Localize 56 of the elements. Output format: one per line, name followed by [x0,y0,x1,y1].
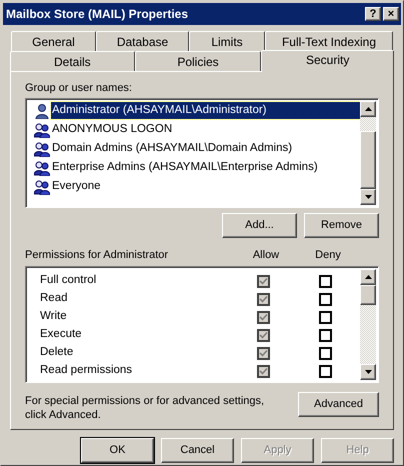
scroll-thumb[interactable] [360,285,376,305]
column-header: Allow [252,248,280,262]
list-item[interactable]: ANONYMOUS LOGON [51,120,174,138]
checkbox[interactable] [318,292,332,306]
tab[interactable]: Details [10,51,135,71]
scrollbar[interactable] [360,101,376,205]
tab[interactable]: General [11,31,96,51]
permissions-label: Permissions for Administrator [25,248,170,262]
permission-name: Full control [39,273,98,288]
dialog-button[interactable]: Advanced [298,392,379,417]
window-title: Mailbox Store (MAIL) Properties [6,6,190,23]
permission-name: Delete [39,345,74,360]
up-arrow-icon [364,107,372,111]
group-icon [34,178,50,194]
scroll-thumb[interactable] [360,131,376,189]
checkbox[interactable] [256,274,270,288]
down-arrow-icon [364,370,372,374]
advanced-note: For special permissions or for advanced settings, click Advanced. [25,394,266,422]
group-label: Group or user names: [25,81,133,96]
permission-name: Read permissions [39,363,134,378]
tab[interactable]: Limits [189,31,265,51]
down-arrow-icon [364,195,372,199]
close-button[interactable]: × [383,7,399,21]
checkbox[interactable] [256,310,270,324]
permission-name: Read [39,291,68,306]
checkbox[interactable] [256,292,270,306]
permission-name: Execute [39,327,83,342]
checkbox[interactable] [256,364,270,378]
group-icon [34,122,50,138]
tab[interactable]: Full-Text Indexing [265,31,393,51]
tab[interactable]: Security [261,50,394,72]
tab[interactable]: Database [96,31,189,51]
help-button[interactable]: ? [365,7,381,21]
checkbox[interactable] [318,364,332,378]
tab[interactable]: Policies [134,51,262,71]
list-item[interactable]: Enterprise Admins (AHSAYMAIL\Enterprise Admins) [51,158,319,176]
checkbox[interactable] [256,346,270,360]
list-item[interactable]: Domain Admins (AHSAYMAIL\Domain Admins) [51,140,294,158]
user-icon [34,102,50,118]
group-icon [34,140,50,156]
checkbox[interactable] [318,310,332,324]
checkbox[interactable] [318,346,332,360]
group-icon [34,160,50,176]
dialog-button[interactable]: Add... [222,213,297,238]
checkbox[interactable] [256,328,270,342]
dialog-button[interactable]: Remove [304,213,379,238]
up-arrow-icon [364,275,372,279]
list-item[interactable]: Administrator (AHSAYMAIL\Administrator) [51,102,360,120]
dialog-button[interactable]: OK [81,438,154,463]
column-header: Deny [314,248,342,262]
scrollbar[interactable] [360,269,376,380]
permission-name: Write [39,309,68,324]
list-item[interactable]: Everyone [51,178,102,196]
checkbox[interactable] [318,328,332,342]
checkbox[interactable] [318,274,332,288]
dialog-button[interactable]: Cancel [161,438,234,463]
